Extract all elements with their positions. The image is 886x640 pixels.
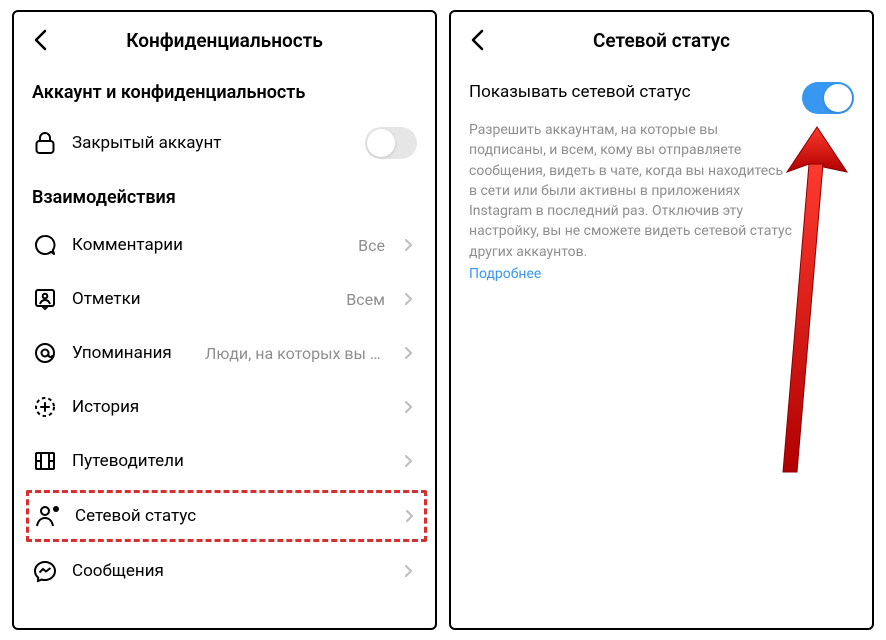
comment-icon: [32, 232, 58, 258]
at-icon: [32, 340, 58, 366]
chevron-right-icon: [399, 398, 417, 416]
tags-row[interactable]: Отметки Всем: [14, 272, 435, 326]
show-activity-title: Показывать сетевой статус: [469, 82, 790, 102]
story-row[interactable]: История: [14, 380, 435, 434]
privacy-screen: Конфиденциальность Аккаунт и конфиденциа…: [12, 10, 437, 630]
chevron-right-icon: [399, 562, 417, 580]
section-interactions-title: Взаимодействия: [14, 173, 435, 218]
guides-label: Путеводители: [72, 451, 385, 471]
header: Сетевой статус: [451, 12, 872, 68]
guides-row[interactable]: Путеводители: [14, 434, 435, 488]
story-add-icon: [32, 394, 58, 420]
show-activity-description: Разрешить аккаунтам, на которые вы подпи…: [469, 120, 854, 262]
highlight-annotation: Сетевой статус: [26, 490, 427, 542]
show-activity-toggle[interactable]: [802, 82, 854, 114]
page-title: Сетевой статус: [463, 29, 860, 52]
activity-status-label: Сетевой статус: [75, 506, 386, 526]
messages-label: Сообщения: [72, 561, 385, 581]
activity-status-screen: Сетевой статус Показывать сетевой статус…: [449, 10, 874, 630]
activity-status-icon: [35, 503, 61, 529]
comments-row[interactable]: Комментарии Все: [14, 218, 435, 272]
chevron-right-icon: [399, 290, 417, 308]
chevron-right-icon: [399, 236, 417, 254]
mentions-value: Люди, на которых вы п…: [205, 344, 385, 363]
back-button[interactable]: [463, 26, 491, 54]
messages-row[interactable]: Сообщения: [14, 544, 435, 598]
activity-status-row[interactable]: Сетевой статус: [29, 497, 424, 535]
header: Конфиденциальность: [14, 12, 435, 68]
private-account-label: Закрытый аккаунт: [72, 133, 351, 153]
chevron-right-icon: [399, 452, 417, 470]
comments-label: Комментарии: [72, 235, 344, 255]
story-label: История: [72, 397, 385, 417]
mentions-row[interactable]: Упоминания Люди, на которых вы п…: [14, 326, 435, 380]
guides-icon: [32, 448, 58, 474]
learn-more-link[interactable]: Подробнее: [469, 266, 541, 282]
chevron-left-icon: [470, 29, 484, 51]
mentions-label: Упоминания: [72, 343, 191, 363]
comments-value: Все: [358, 236, 385, 255]
private-account-row[interactable]: Закрытый аккаунт: [14, 113, 435, 173]
section-account-title: Аккаунт и конфиденциальность: [14, 68, 435, 113]
tags-label: Отметки: [72, 289, 332, 309]
lock-icon: [32, 130, 58, 156]
private-account-toggle[interactable]: [365, 127, 417, 159]
back-button[interactable]: [26, 26, 54, 54]
chevron-right-icon: [400, 507, 418, 525]
chevron-left-icon: [33, 29, 47, 51]
tag-person-icon: [32, 286, 58, 312]
page-title: Конфиденциальность: [26, 29, 423, 52]
messenger-icon: [32, 558, 58, 584]
tags-value: Всем: [346, 290, 385, 309]
show-activity-block: Показывать сетевой статус Разрешить акка…: [451, 68, 872, 296]
chevron-right-icon: [399, 344, 417, 362]
